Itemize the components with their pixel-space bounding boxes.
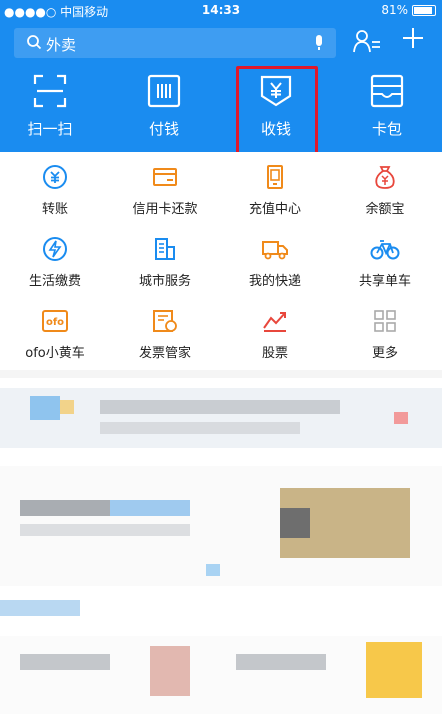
search-bar[interactable]: 外卖 [14, 28, 336, 58]
microphone-icon[interactable] [314, 35, 324, 55]
blurred-image [280, 508, 310, 538]
delivery-truck-icon [220, 236, 330, 266]
blurred-text [0, 600, 80, 616]
city-building-icon [110, 236, 220, 266]
blurred-image [30, 396, 60, 420]
bicycle-icon [330, 236, 440, 266]
service-stocks[interactable]: 股票 [220, 296, 330, 368]
blurred-image [60, 400, 74, 414]
blurred-dot [206, 564, 220, 576]
yuebao-bag-icon [330, 164, 440, 194]
scan-button[interactable]: 扫一扫 [10, 70, 90, 152]
card-wallet-icon [347, 74, 427, 112]
header: 外卖 扫一扫 付钱 收钱 卡包 [0, 22, 442, 152]
service-label: 充值中心 [248, 202, 301, 217]
barcode-icon [124, 74, 204, 112]
more-grid-icon [330, 308, 440, 338]
service-city[interactable]: 城市服务 [110, 224, 220, 296]
clock: 14:33 [201, 3, 241, 17]
service-label: 发票管家 [138, 346, 191, 361]
blurred-badge [394, 412, 408, 424]
blurred-text [20, 500, 110, 516]
utility-bolt-icon [0, 236, 110, 266]
svg-text:ofo: ofo [46, 317, 64, 328]
pay-button[interactable]: 付钱 [124, 70, 204, 152]
credit-card-icon [110, 164, 220, 194]
stock-chart-icon [220, 308, 330, 338]
pay-label: 付钱 [148, 120, 179, 138]
search-placeholder: 外卖 [46, 36, 77, 54]
blurred-text [20, 524, 190, 536]
service-utility[interactable]: 生活缴费 [0, 224, 110, 296]
service-recharge[interactable]: 充值中心 [220, 152, 330, 224]
service-label: 城市服务 [138, 274, 191, 289]
service-label: 信用卡还款 [132, 202, 198, 217]
service-label: 共享单车 [358, 274, 411, 289]
invoice-icon [110, 308, 220, 338]
add-icon[interactable] [401, 26, 425, 55]
service-credit-card[interactable]: 信用卡还款 [110, 152, 220, 224]
highlight-box [236, 66, 318, 156]
blurred-text [236, 654, 326, 670]
service-label: 转账 [41, 202, 68, 217]
blurred-image [150, 646, 190, 696]
transfer-icon [0, 164, 110, 194]
scan-icon [10, 74, 90, 112]
battery-icon [412, 5, 436, 16]
blurred-text [110, 500, 190, 516]
search-icon [26, 34, 42, 54]
card-wallet-button[interactable]: 卡包 [347, 70, 427, 152]
battery-percent: 81% [381, 3, 408, 17]
phone-recharge-icon [220, 164, 330, 194]
service-label: 我的快递 [248, 274, 301, 289]
service-label: 生活缴费 [28, 274, 81, 289]
service-delivery[interactable]: 我的快递 [220, 224, 330, 296]
blurred-text [100, 422, 300, 434]
service-label: ofo小黄车 [25, 346, 85, 361]
scan-label: 扫一扫 [27, 120, 73, 138]
service-grid: 转账 信用卡还款 充值中心 余额宝 生活缴费 城市服务 我的快递 共享单车 of… [0, 152, 442, 370]
service-label: 股票 [261, 346, 288, 361]
service-more[interactable]: 更多 [330, 296, 440, 368]
blurred-text [20, 654, 110, 670]
status-bar: ●●●●○ 中国移动 14:33 81% [0, 0, 442, 22]
contacts-icon[interactable] [352, 28, 382, 60]
service-invoice[interactable]: 发票管家 [110, 296, 220, 368]
service-label: 更多 [371, 346, 398, 361]
card-wallet-label: 卡包 [371, 120, 402, 138]
ofo-icon: ofo [0, 308, 110, 338]
service-transfer[interactable]: 转账 [0, 152, 110, 224]
service-label: 余额宝 [365, 202, 405, 217]
blurred-image [366, 642, 422, 698]
service-ofo[interactable]: ofo ofo小黄车 [0, 296, 110, 368]
blurred-text [100, 400, 340, 414]
blurred-feed [0, 378, 442, 714]
blurred-card [0, 388, 442, 448]
service-bike[interactable]: 共享单车 [330, 224, 440, 296]
service-yuebao[interactable]: 余额宝 [330, 152, 440, 224]
